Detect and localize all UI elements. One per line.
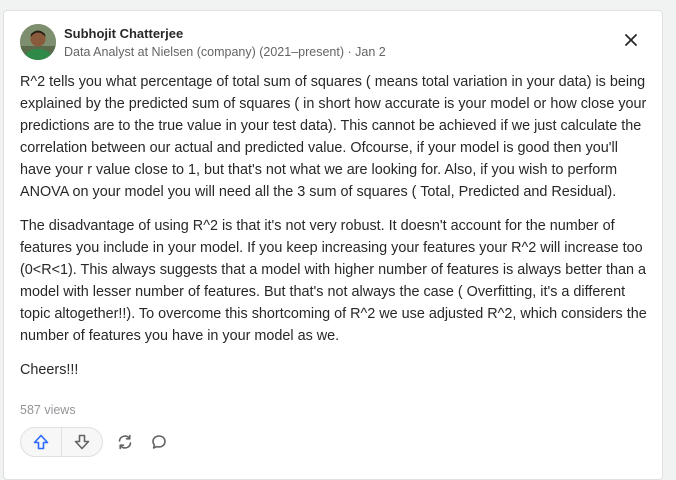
answer-card: Subhojit Chatterjee Data Analyst at Niel… <box>3 10 663 480</box>
answer-content: R^2 tells you what percentage of total s… <box>20 71 652 393</box>
downvote-button[interactable] <box>62 428 102 456</box>
comment-icon <box>152 435 166 449</box>
author-name[interactable]: Subhojit Chatterjee <box>64 26 183 41</box>
avatar-image <box>20 24 56 60</box>
comment-button[interactable] <box>145 428 173 456</box>
answer-paragraph-3: Cheers!!! <box>20 362 79 378</box>
arrow-up-icon <box>33 434 49 450</box>
vote-group <box>20 427 103 457</box>
answer-paragraph-1: R^2 tells you what percentage of total s… <box>20 74 647 200</box>
answer-header: Subhojit Chatterjee Data Analyst at Niel… <box>20 23 648 63</box>
close-icon <box>625 34 637 46</box>
author-credential: Data Analyst at Nielsen (company) (2021–… <box>64 45 386 59</box>
share-icon <box>118 434 132 450</box>
author-avatar[interactable] <box>20 24 56 60</box>
share-button[interactable] <box>111 428 139 456</box>
answer-paragraph-2: The disadvantage of using R^2 is that it… <box>20 218 647 344</box>
arrow-down-icon <box>74 434 90 450</box>
view-count[interactable]: 587 views <box>20 403 76 417</box>
close-button[interactable] <box>618 27 644 53</box>
action-bar <box>20 427 173 457</box>
upvote-button[interactable] <box>21 428 62 456</box>
